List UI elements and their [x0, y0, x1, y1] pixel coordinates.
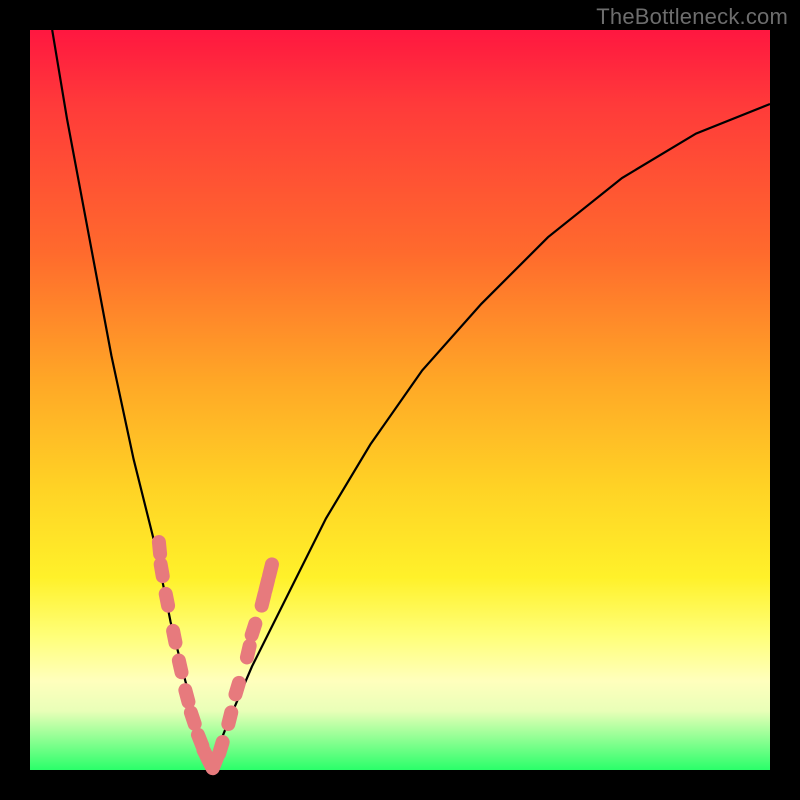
bottleneck-curve: [52, 30, 770, 763]
bead-marker: [165, 623, 184, 651]
curve-layer: [30, 30, 770, 770]
bead-marker: [171, 652, 190, 680]
right-bead-cluster: [204, 556, 281, 777]
left-bead-cluster: [151, 534, 222, 777]
watermark-text: TheBottleneck.com: [596, 4, 788, 30]
bead-marker: [153, 556, 171, 584]
bead-marker: [227, 674, 248, 703]
bead-marker: [220, 704, 240, 733]
bead-marker: [243, 615, 264, 644]
bead-marker: [157, 586, 176, 614]
plot-area: [30, 30, 770, 770]
chart-frame: TheBottleneck.com: [0, 0, 800, 800]
bead-marker: [177, 682, 197, 711]
bead-marker: [261, 556, 281, 585]
